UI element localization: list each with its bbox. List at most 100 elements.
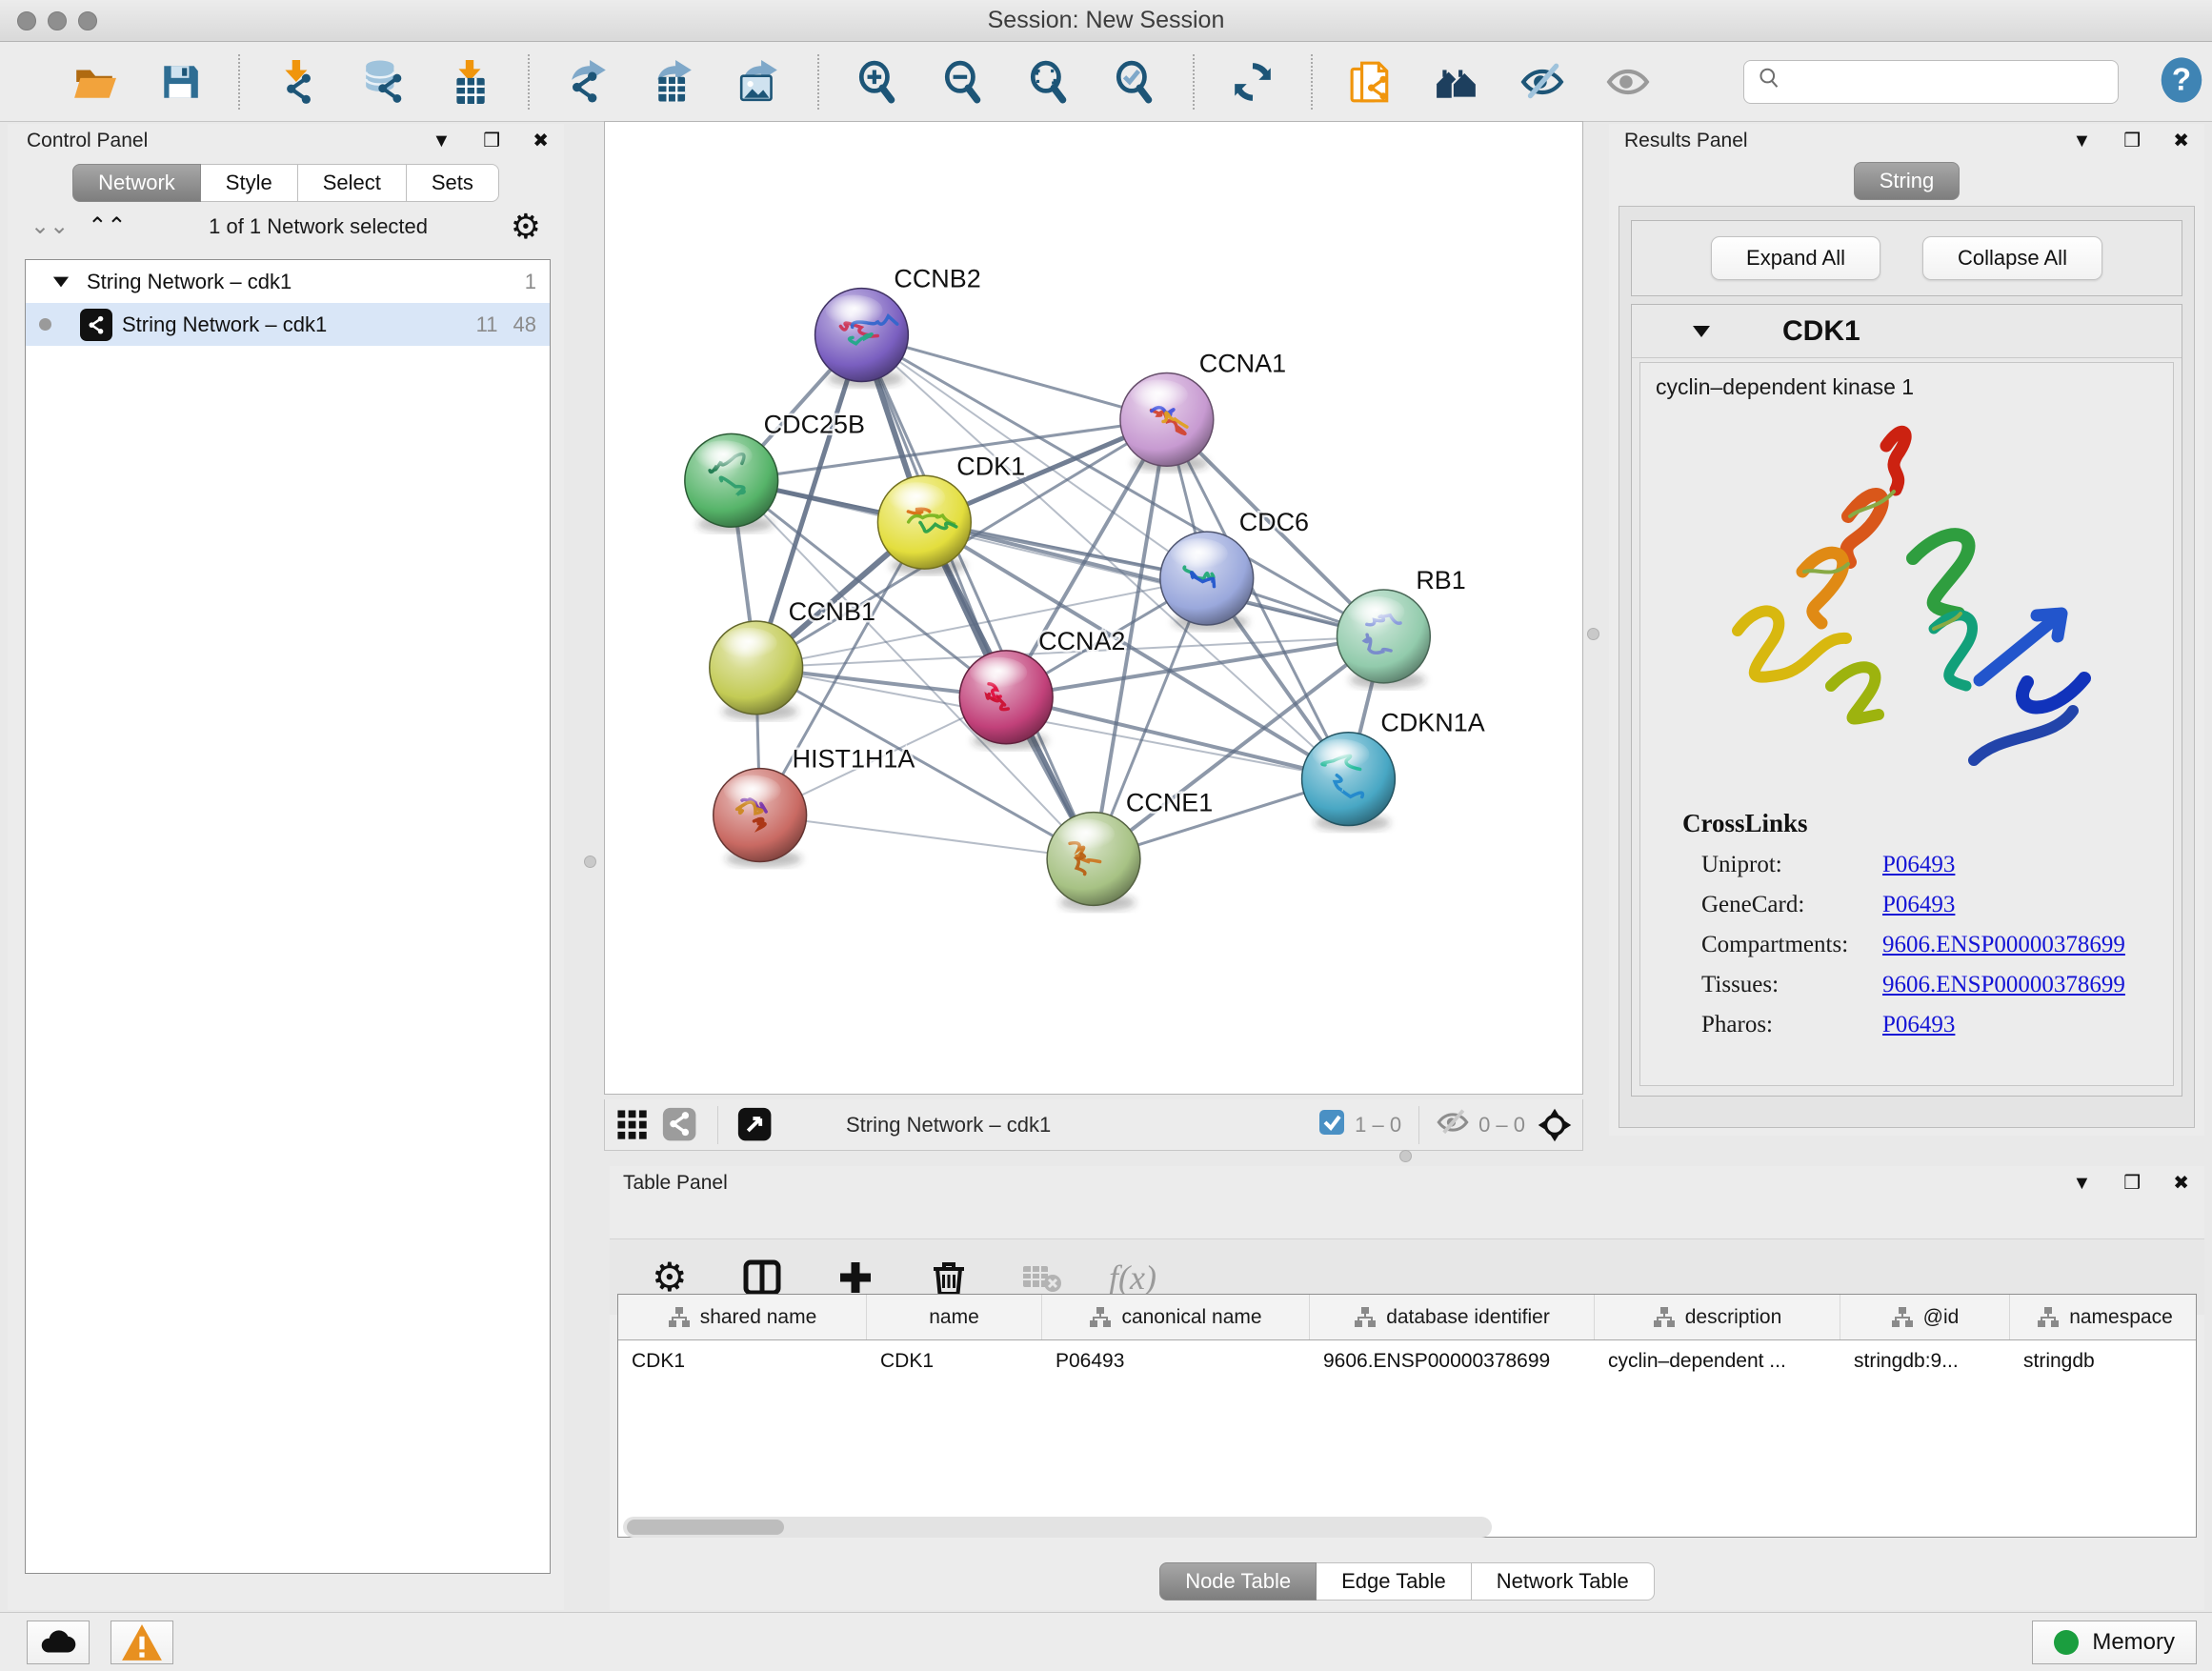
crosslink-link[interactable]: P06493 [1882, 892, 1955, 918]
svg-text:⚙: ⚙ [652, 1257, 688, 1299]
import-network-file-icon[interactable] [274, 58, 322, 106]
cloud-status-button[interactable] [27, 1621, 90, 1664]
export-image-icon[interactable] [735, 58, 783, 106]
tab-string[interactable]: String [1854, 162, 1960, 200]
split-columns-icon[interactable] [735, 1256, 789, 1299]
table-panel-close-button[interactable]: ✖ [2167, 1173, 2195, 1194]
network-node-CDKN1A[interactable]: CDKN1A [1302, 709, 1485, 832]
results-panel-menu-button[interactable]: ▼ [2067, 131, 2098, 151]
network-node-HIST1H1A[interactable]: HIST1H1A [714, 745, 915, 868]
string-network-icon [80, 309, 112, 341]
export-network-icon[interactable] [564, 58, 612, 106]
zoom-out-icon[interactable] [939, 58, 987, 106]
table-scrollbar-thumb[interactable] [627, 1520, 784, 1535]
bottom-splitter-grip[interactable] [1399, 1150, 1412, 1162]
crosslink-link[interactable]: 9606.ENSP00000378699 [1882, 972, 2125, 998]
open-file-icon[interactable] [70, 58, 118, 106]
status-bar: Memory [0, 1612, 2212, 1671]
search-input[interactable] [1792, 69, 2106, 95]
control-panel-close-button[interactable]: ✖ [527, 131, 554, 151]
column-header-namespace[interactable]: namespace [2010, 1295, 2197, 1339]
table-cell: P06493 [1042, 1350, 1310, 1373]
column-header-name[interactable]: name [867, 1295, 1042, 1339]
network-view-footer: String Network – cdk1 1 – 0 0 – 0 [604, 1099, 1583, 1151]
tab-network-table[interactable]: Network Table [1472, 1562, 1655, 1601]
birds-eye-navigator-icon[interactable] [737, 1107, 774, 1143]
memory-status-dot [2054, 1630, 2079, 1655]
string-document-icon[interactable] [1347, 58, 1395, 106]
expand-all-button[interactable]: Expand All [1711, 236, 1880, 280]
network-edge[interactable] [861, 335, 1094, 859]
network-collection-row[interactable]: String Network – cdk1 1 [26, 260, 550, 303]
table-cell: CDK1 [867, 1350, 1042, 1373]
table-panel-float-button[interactable]: ❒ [2118, 1173, 2146, 1194]
zoom-selected-icon[interactable] [1111, 58, 1158, 106]
collapse-all-button[interactable]: Collapse All [1922, 236, 2102, 280]
hidden-eye-icon[interactable] [1437, 1106, 1469, 1144]
column-header--id[interactable]: @id [1840, 1295, 2010, 1339]
collection-count: 1 [525, 270, 536, 294]
selected-checkbox-icon[interactable] [1318, 1109, 1345, 1141]
left-splitter-grip[interactable] [584, 856, 596, 868]
save-session-icon[interactable] [156, 58, 204, 106]
right-splitter-grip[interactable] [1587, 628, 1599, 640]
tab-style[interactable]: Style [201, 164, 298, 202]
crosslink-link[interactable]: 9606.ENSP00000378699 [1882, 932, 2125, 958]
hide-selected-icon[interactable] [1518, 58, 1566, 106]
refresh-icon[interactable] [1229, 58, 1277, 106]
network-options-gear-icon[interactable]: ⚙ [505, 209, 547, 245]
expand-all-networks-button[interactable]: ⌃⌃ [82, 214, 131, 239]
tab-network[interactable]: Network [72, 164, 201, 202]
network-edge[interactable] [924, 522, 1383, 636]
control-panel-float-button[interactable]: ❒ [477, 131, 506, 151]
import-table-file-icon[interactable] [446, 58, 493, 106]
results-panel-close-button[interactable]: ✖ [2167, 131, 2195, 151]
network-canvas[interactable]: CCNB2 CCNA1 CDC25B CDK1 CDC6 RB1 CCNB1 [604, 121, 1583, 1095]
zoom-in-icon[interactable] [854, 58, 901, 106]
crosslink-label: Uniprot: [1701, 852, 1882, 878]
tab-sets[interactable]: Sets [407, 164, 499, 202]
table-row[interactable]: CDK1CDK1P064939606.ENSP00000378699cyclin… [618, 1340, 2196, 1382]
show-all-icon[interactable] [1604, 58, 1652, 106]
column-header-shared-name[interactable]: shared name [618, 1295, 867, 1339]
crosslinks-title: CrossLinks [1682, 809, 2158, 838]
column-header-description[interactable]: description [1595, 1295, 1840, 1339]
add-icon[interactable] [829, 1256, 882, 1299]
grid-view-icon[interactable] [614, 1107, 651, 1143]
selected-counts: 1 – 0 [1355, 1113, 1401, 1137]
collection-expander-icon[interactable] [53, 276, 69, 287]
crosslink-link[interactable]: P06493 [1882, 1012, 1955, 1038]
results-panel-float-button[interactable]: ❒ [2118, 131, 2146, 151]
table-panel-title: Table Panel [623, 1172, 728, 1195]
table-cell: stringdb [2010, 1350, 2197, 1373]
tab-select[interactable]: Select [298, 164, 407, 202]
zoom-fit-icon[interactable] [1025, 58, 1073, 106]
results-panel-title: Results Panel [1624, 130, 1748, 152]
tab-edge-table[interactable]: Edge Table [1317, 1562, 1472, 1601]
network-node-CDK1[interactable]: CDK1 [877, 452, 1025, 574]
entry-description: cyclin–dependent kinase 1 [1656, 374, 2158, 400]
collapse-all-networks-button[interactable]: ⌄⌄ [25, 214, 74, 239]
network-node-RB1[interactable]: RB1 [1337, 566, 1465, 689]
column-header-database-identifier[interactable]: database identifier [1310, 1295, 1595, 1339]
entry-collapse-icon[interactable] [1693, 326, 1710, 337]
crosslink-link[interactable]: P06493 [1882, 852, 1955, 878]
gear-icon[interactable]: ⚙ [642, 1256, 695, 1299]
column-header-canonical-name[interactable]: canonical name [1042, 1295, 1310, 1339]
string-home-icon[interactable] [1433, 58, 1480, 106]
memory-button[interactable]: Memory [2032, 1621, 2197, 1664]
results-panel: Results Panel ▼ ❒ ✖ String Expand All Co… [1609, 124, 2204, 1136]
network-node-CCNB1[interactable]: CCNB1 [710, 597, 875, 720]
fit-content-crosshair-icon[interactable] [1537, 1107, 1573, 1143]
network-overview-icon[interactable] [662, 1107, 698, 1143]
network-row[interactable]: String Network – cdk1 11 48 [26, 303, 550, 346]
network-edge[interactable] [760, 815, 1094, 859]
trash-icon[interactable] [922, 1256, 975, 1299]
tab-node-table[interactable]: Node Table [1159, 1562, 1317, 1601]
import-network-database-icon[interactable] [360, 58, 408, 106]
export-table-icon[interactable] [650, 58, 697, 106]
table-panel-menu-button[interactable]: ▼ [2067, 1173, 2098, 1194]
control-panel-menu-button[interactable]: ▼ [427, 131, 457, 151]
help-button[interactable]: ? [2151, 54, 2212, 109]
warning-status-button[interactable] [111, 1621, 173, 1664]
